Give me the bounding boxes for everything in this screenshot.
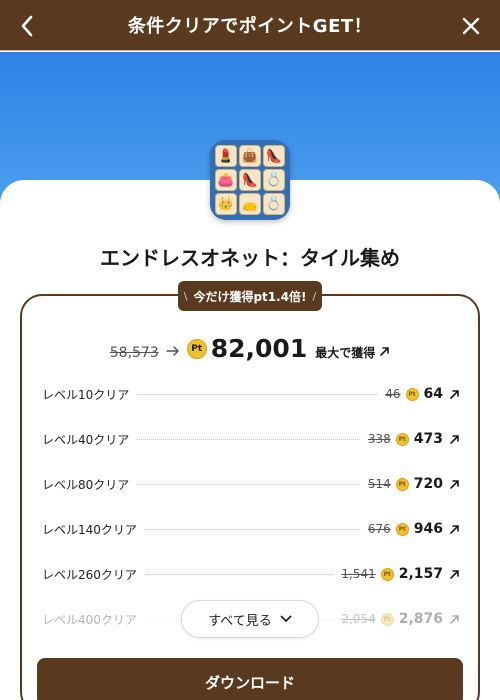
badge-slash-right: / [312, 289, 317, 303]
list-item: レベル40クリア 338 Pt 473 [42, 429, 460, 449]
point-coin-icon: Pt [395, 477, 409, 491]
chevron-down-icon [280, 615, 292, 622]
old-points: 1,541 [341, 567, 376, 581]
list-item: レベル140クリア 676 Pt 946 [42, 519, 460, 539]
level-label: レベル400クリア [42, 612, 137, 627]
total-points: 58,573 Pt 82,001 最大で獲得 [0, 334, 500, 363]
point-coin-icon: Pt [395, 522, 409, 536]
bonus-badge: \ 今だけ獲得pt1.4倍! / [178, 281, 322, 311]
close-icon [462, 17, 480, 35]
tile-bag-icon: 👜 [239, 145, 261, 167]
point-coin-icon: Pt [380, 567, 394, 581]
level-label: レベル40クリア [42, 432, 130, 447]
see-all-button[interactable]: すべて見る [181, 600, 319, 638]
download-button[interactable]: ダウンロード [37, 658, 463, 700]
new-points: 720 [413, 476, 443, 492]
old-points: 338 [367, 432, 391, 446]
dotted-divider [137, 483, 360, 485]
back-button[interactable] [14, 13, 40, 39]
point-coin-icon: Pt [186, 338, 207, 359]
new-points: 473 [413, 431, 443, 447]
new-points: 946 [413, 521, 443, 537]
list-item: レベル80クリア 514 Pt 720 [42, 474, 460, 494]
old-points: 514 [367, 477, 391, 491]
level-label: レベル260クリア [42, 567, 137, 582]
tile-crown-icon: 👑 [215, 193, 237, 215]
arrow-up-right-icon [450, 434, 459, 444]
dotted-divider [137, 393, 378, 395]
arrow-up-right-icon [450, 569, 459, 579]
arrow-up-right-icon [450, 389, 459, 399]
tile-heel-icon: 👠 [263, 145, 285, 167]
badge-slash-left: \ [183, 289, 188, 303]
new-points: 64 [423, 386, 443, 402]
tile-ring-icon: 💍 [263, 193, 285, 215]
see-all-label: すべて見る [208, 613, 272, 629]
old-points: 676 [367, 522, 391, 536]
point-coin-icon: Pt [380, 612, 394, 626]
list-item: レベル260クリア 1,541 Pt 2,157 [42, 564, 460, 584]
dotted-divider [144, 573, 334, 575]
dotted-divider [137, 438, 360, 440]
tile-bag-icon: 👝 [239, 193, 261, 215]
old-points: 46 [385, 387, 401, 401]
old-points: 2,054 [341, 612, 376, 626]
dotted-divider [144, 528, 360, 530]
tile-ring-icon: 💍 [263, 169, 285, 191]
new-points: 2,876 [398, 611, 443, 627]
bonus-badge-text: 今だけ獲得pt1.4倍! [193, 289, 307, 304]
page-title: 条件クリアでポイントGET！ [127, 16, 373, 37]
header-bar: 条件クリアでポイントGET！ [0, 0, 500, 51]
total-new-value: 82,001 [210, 334, 308, 363]
total-max-label: 最大で獲得 [315, 346, 376, 360]
app-name: エンドレスオネット：タイル集め [100, 246, 400, 270]
list-item: レベル10クリア 46 Pt 64 [42, 384, 460, 404]
app-icon: 💄 👜 👠 👛 👠 💍 👑 👝 💍 [210, 140, 290, 220]
tile-heel-icon: 👠 [239, 169, 261, 191]
chevron-left-icon [21, 15, 33, 37]
new-points: 2,157 [398, 566, 443, 582]
arrow-up-right-icon [450, 524, 459, 534]
close-button[interactable] [458, 13, 484, 39]
tile-bag-icon: 👛 [215, 169, 237, 191]
total-old-value: 58,573 [109, 345, 159, 361]
arrow-up-right-icon [450, 479, 459, 489]
level-label: レベル80クリア [42, 477, 130, 492]
point-coin-icon: Pt [395, 432, 409, 446]
tile-lipstick-icon: 💄 [215, 145, 237, 167]
level-label: レベル140クリア [42, 522, 137, 537]
arrow-right-icon [166, 345, 180, 361]
point-coin-icon: Pt [405, 387, 419, 401]
arrow-up-right-icon [450, 614, 459, 624]
level-label: レベル10クリア [42, 387, 130, 402]
arrow-up-right-icon [380, 347, 390, 356]
